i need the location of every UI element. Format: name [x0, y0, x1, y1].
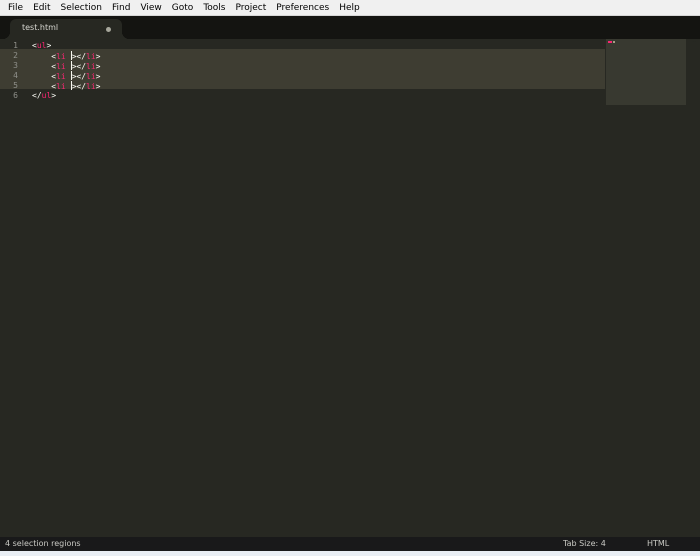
menu-bar: File Edit Selection Find View Goto Tools… — [0, 0, 700, 16]
syntax-selector[interactable]: HTML — [647, 539, 669, 548]
menu-find[interactable]: Find — [107, 0, 135, 16]
selection-status: 4 selection regions — [5, 539, 81, 548]
code-punct — [32, 82, 51, 91]
menu-selection[interactable]: Selection — [56, 0, 107, 16]
line-number: 2 — [13, 51, 18, 60]
editor-area[interactable]: 1 2 3 4 5 6 <ul> <li ></li> <li ></li> <… — [0, 39, 700, 537]
code-line[interactable]: <li ></li> — [32, 81, 100, 91]
code-punct — [32, 62, 51, 71]
menu-project[interactable]: Project — [230, 0, 271, 16]
line-number: 5 — [13, 81, 18, 90]
window-bottom-border — [0, 551, 700, 556]
code-punct: > — [95, 72, 101, 81]
code-tag-name: li — [86, 72, 96, 81]
code-tag-name: li — [86, 52, 96, 61]
minimap[interactable] — [606, 39, 686, 105]
code-tag-name: li — [56, 82, 66, 91]
menu-view[interactable]: View — [135, 0, 166, 16]
code-line[interactable]: </ul> — [32, 91, 56, 101]
unsaved-dot-icon[interactable] — [106, 27, 111, 32]
line-number: 3 — [13, 61, 18, 70]
scrollbar-thumb[interactable] — [692, 41, 697, 533]
code-punct — [32, 72, 51, 81]
tab-bar: test.html — [0, 16, 700, 39]
menu-file[interactable]: File — [3, 0, 28, 16]
status-bar: 4 selection regions Tab Size: 4 HTML — [0, 537, 700, 551]
code-punct — [32, 52, 51, 61]
menu-preferences[interactable]: Preferences — [271, 0, 334, 16]
code-punct: > — [95, 52, 101, 61]
code-line[interactable]: <ul> — [32, 41, 51, 51]
code-tag-name: ul — [41, 91, 52, 100]
code-line[interactable]: <li ></li> — [32, 51, 100, 61]
code-tag-name: li — [86, 82, 96, 91]
sublime-text-window: File Edit Selection Find View Goto Tools… — [0, 0, 700, 556]
code-punct: > — [46, 41, 52, 50]
line-number: 6 — [13, 91, 18, 100]
code-punct: ></ — [71, 52, 87, 61]
code-tag-name: li — [56, 62, 66, 71]
vertical-scrollbar[interactable] — [688, 39, 700, 537]
menu-tools[interactable]: Tools — [198, 0, 230, 16]
code-punct: ></ — [71, 62, 87, 71]
line-number: 1 — [13, 41, 18, 50]
menu-edit[interactable]: Edit — [28, 0, 55, 16]
tab-test-html[interactable]: test.html — [3, 19, 129, 39]
code-tag-name: li — [86, 62, 96, 71]
menu-goto[interactable]: Goto — [167, 0, 199, 16]
minimap-line — [608, 41, 612, 43]
minimap-line — [613, 41, 615, 43]
tab-size-selector[interactable]: Tab Size: 4 — [563, 539, 606, 548]
tab-label: test.html — [22, 23, 59, 32]
code-punct: > — [51, 91, 57, 100]
code-punct: ></ — [71, 72, 87, 81]
code-line[interactable]: <li ></li> — [32, 71, 100, 81]
code-punct: ></ — [71, 82, 87, 91]
code-punct: > — [95, 82, 101, 91]
code-punct: > — [95, 62, 101, 71]
code-tag-name: li — [56, 72, 66, 81]
line-number: 4 — [13, 71, 18, 80]
code-tag-name: li — [56, 52, 66, 61]
code-punct: </ — [32, 91, 42, 100]
line-number-gutter: 1 2 3 4 5 6 — [0, 39, 22, 537]
menu-help[interactable]: Help — [334, 0, 365, 16]
code-line[interactable]: <li ></li> — [32, 61, 100, 71]
